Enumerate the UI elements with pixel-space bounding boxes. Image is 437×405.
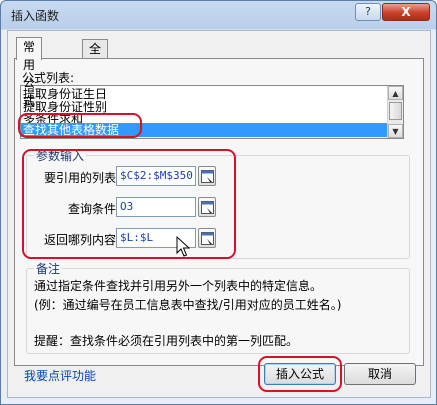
tab-all-functions[interactable]: 全部函数 bbox=[82, 39, 109, 110]
insert-function-dialog: 插入函数 ? X 常用公式 全部函数 公式列表: 提取身份证生日 提取身份证性别… bbox=[0, 0, 437, 405]
dialog-title: 插入函数 bbox=[11, 9, 60, 23]
param-input-list[interactable]: $C$2:$M$350 bbox=[116, 166, 196, 186]
list-item[interactable]: 提取身份证生日 bbox=[21, 88, 389, 101]
scroll-up-icon[interactable]: ▲ bbox=[388, 86, 403, 100]
mouse-cursor-icon bbox=[176, 236, 190, 257]
range-select-button[interactable] bbox=[198, 166, 216, 186]
note-line: 提醒：查找条件必须在引用列表中的第一列匹配。 bbox=[34, 334, 299, 348]
insert-formula-button[interactable]: 插入公式 bbox=[264, 363, 336, 385]
params-group-title: 参数输入 bbox=[34, 147, 87, 164]
range-picker-icon bbox=[201, 170, 214, 183]
param-label-list: 要引用的列表 bbox=[43, 171, 116, 185]
scroll-thumb[interactable] bbox=[389, 102, 402, 120]
note-line: (例：通过编号在员工信息表中查找/引用对应的员工姓名。) bbox=[34, 298, 342, 312]
param-label-condition: 查询条件 bbox=[67, 202, 116, 216]
formula-listbox[interactable]: 提取身份证生日 提取身份证性别 多条件求和 查找其他表格数据 ▲ ▼ bbox=[20, 85, 404, 139]
range-picker-icon bbox=[201, 232, 214, 245]
cancel-button[interactable]: 取消 bbox=[344, 363, 416, 385]
help-button[interactable]: ? bbox=[355, 3, 381, 21]
dialog-body: 常用公式 全部函数 公式列表: 提取身份证生日 提取身份证性别 多条件求和 查找… bbox=[7, 30, 431, 398]
feedback-link[interactable]: 我要点评功能 bbox=[24, 367, 96, 384]
list-item-selected[interactable]: 查找其他表格数据 bbox=[21, 123, 389, 137]
range-select-button[interactable] bbox=[198, 197, 216, 217]
scroll-down-icon[interactable]: ▼ bbox=[388, 124, 403, 138]
param-label-return-column: 返回哪列内容 bbox=[43, 233, 116, 247]
note-line: 通过指定条件查找并引用另外一个列表中的特定信息。 bbox=[34, 279, 323, 293]
close-button[interactable]: X bbox=[382, 3, 430, 21]
range-select-button[interactable] bbox=[198, 228, 216, 248]
param-input-condition[interactable]: O3 bbox=[116, 197, 196, 217]
note-group-title: 备注 bbox=[34, 260, 63, 277]
range-picker-icon bbox=[201, 201, 214, 214]
list-scrollbar[interactable]: ▲ ▼ bbox=[387, 86, 403, 138]
tab-common-formulas[interactable]: 常用公式 bbox=[16, 37, 43, 108]
title-bar[interactable]: 插入函数 ? X bbox=[1, 1, 436, 29]
